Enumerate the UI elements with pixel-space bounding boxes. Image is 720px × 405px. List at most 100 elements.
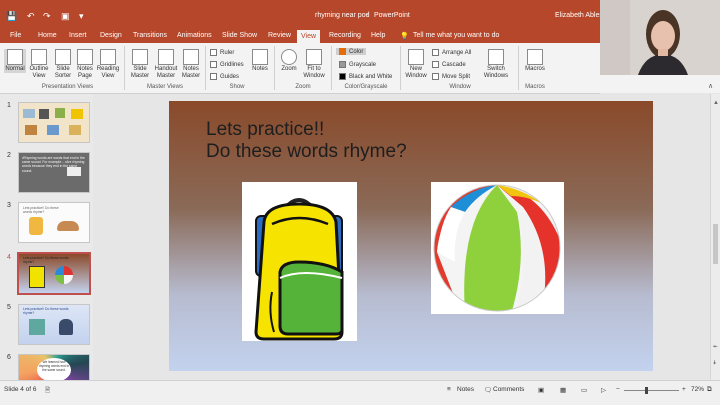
- cascade-label: Cascade: [442, 62, 466, 69]
- notes-button[interactable]: Notes: [249, 49, 271, 73]
- macros-button[interactable]: Macros: [522, 49, 548, 73]
- lightbulb-icon: 💡: [400, 33, 409, 40]
- grayscale-option[interactable]: Grayscale: [339, 61, 376, 68]
- slide-master-label: Slide Master: [130, 66, 150, 79]
- backpack-picture[interactable]: [242, 182, 357, 341]
- tab-recording[interactable]: Recording: [329, 32, 361, 39]
- slide-sorter-button[interactable]: Slide Sorter: [52, 49, 74, 80]
- slideshow-start-icon[interactable]: ▣: [61, 11, 70, 22]
- handout-master-label: Handout Master: [154, 66, 178, 79]
- tab-file[interactable]: File: [10, 32, 21, 39]
- slide-counter: Slide 4 of 6: [4, 386, 37, 393]
- ribbon-divider: [331, 46, 332, 90]
- beach-ball-picture[interactable]: [431, 182, 564, 314]
- redo-icon[interactable]: ↷: [43, 11, 51, 22]
- current-slide[interactable]: Lets practice!! Do these words rhyme?: [169, 101, 653, 371]
- slide-thumbnail-pane: 1 2 •Rhyming words are words that end in…: [0, 94, 93, 382]
- arrange-all-button[interactable]: Arrange All: [432, 49, 471, 56]
- slide-title[interactable]: Lets practice!! Do these words rhyme?: [206, 119, 407, 163]
- slide-thumbnail-1[interactable]: [18, 102, 90, 143]
- slide-thumbnail-6[interactable]: We learned how rhyming words end in the …: [18, 354, 90, 382]
- tab-review[interactable]: Review: [268, 32, 291, 39]
- user-name[interactable]: Elizabeth Ables: [555, 12, 603, 19]
- slide-3-text: Lets practice!! Do these words rhyme?: [23, 206, 59, 214]
- zoom-label: Zoom: [281, 66, 297, 72]
- fit-slide-icon[interactable]: ⧉: [707, 386, 712, 394]
- new-window-label: New Window: [405, 66, 427, 79]
- gridlines-checkbox-box: [210, 61, 217, 68]
- move-split-button[interactable]: Move Split: [432, 73, 470, 80]
- customize-toolbar-icon[interactable]: ▾: [79, 11, 84, 22]
- notes-toggle[interactable]: Notes: [457, 386, 474, 393]
- slide-5-image-right: [59, 319, 73, 335]
- vertical-scrollbar[interactable]: ▲ ⯬ ⯯: [710, 94, 720, 380]
- slide-thumbnail-3[interactable]: Lets practice!! Do these words rhyme?: [18, 202, 90, 243]
- zoom-out-icon[interactable]: −: [616, 386, 620, 393]
- notes-master-button[interactable]: Notes Master: [180, 49, 202, 80]
- slide-thumbnail-4[interactable]: Lets practice!! Do these words rhyme?: [17, 252, 91, 295]
- slide-thumbnail-5[interactable]: Lets practice!! Do these words rhyme?: [18, 304, 90, 345]
- zoom-slider-thumb[interactable]: [645, 387, 648, 394]
- group-master-views: Master Views: [147, 84, 183, 90]
- notes-page-button[interactable]: Notes Page: [75, 49, 95, 80]
- document-title: rhyming near pod: [315, 12, 370, 19]
- save-icon[interactable]: 💾: [6, 11, 17, 22]
- comments-icon: 🗨: [484, 387, 493, 394]
- slide-4-text: Lets practice!! Do these words rhyme?: [23, 256, 69, 264]
- slide-thumbnail-2[interactable]: •Rhyming words are words that end in the…: [18, 152, 90, 193]
- new-window-button[interactable]: New Window: [404, 49, 428, 80]
- zoom-level[interactable]: 72%: [691, 386, 704, 393]
- slide-number: 3: [7, 202, 11, 209]
- fit-to-window-button[interactable]: Fit to Window: [300, 49, 328, 80]
- normal-view-button[interactable]: Normal: [4, 49, 26, 73]
- reading-view-button[interactable]: Reading View: [95, 49, 121, 80]
- zoom-slider-track[interactable]: [624, 390, 679, 391]
- spellcheck-icon[interactable]: 🖹: [45, 386, 50, 397]
- outline-view-icon: [31, 49, 47, 65]
- guides-checkbox[interactable]: Guides: [210, 73, 239, 80]
- cascade-button[interactable]: Cascade: [432, 61, 466, 68]
- switch-windows-button[interactable]: Switch Windows: [480, 49, 512, 80]
- slideshow-status-icon[interactable]: ▷: [601, 386, 606, 394]
- normal-view-status-icon[interactable]: ▣: [538, 386, 544, 394]
- tab-design[interactable]: Design: [100, 32, 122, 39]
- switch-windows-icon: [488, 49, 504, 65]
- slide-1-pictures: [23, 108, 83, 135]
- zoom-in-icon[interactable]: +: [682, 386, 686, 393]
- next-slide-icon[interactable]: ⯯: [713, 360, 717, 367]
- tab-insert[interactable]: Insert: [69, 32, 87, 39]
- group-show: Show: [229, 84, 245, 90]
- ribbon-divider: [274, 46, 275, 90]
- undo-icon[interactable]: ↶: [27, 11, 35, 22]
- ruler-label: Ruler: [220, 50, 235, 57]
- tab-transitions[interactable]: Transitions: [133, 32, 167, 39]
- tab-help[interactable]: Help: [371, 32, 385, 39]
- collapse-ribbon-icon[interactable]: ∧: [708, 82, 713, 90]
- zoom-button[interactable]: Zoom: [278, 49, 300, 73]
- tab-view[interactable]: View: [297, 30, 321, 43]
- fit-to-window-label: Fit to Window: [303, 66, 325, 79]
- grayscale-label: Grayscale: [349, 62, 377, 69]
- previous-slide-icon[interactable]: ⯬: [713, 344, 718, 351]
- backpack-image: [254, 198, 344, 341]
- tab-animations[interactable]: Animations: [177, 32, 212, 39]
- tab-home[interactable]: Home: [38, 32, 57, 39]
- reading-view-status-icon[interactable]: ▭: [581, 386, 587, 394]
- tab-slide-show[interactable]: Slide Show: [222, 32, 257, 39]
- scrollbar-thumb[interactable]: [713, 224, 718, 264]
- handout-master-button[interactable]: Handout Master: [152, 49, 180, 80]
- notes-icon: [252, 49, 268, 65]
- black-white-option[interactable]: Black and White: [339, 73, 392, 80]
- scroll-up-icon[interactable]: ▲: [713, 100, 719, 106]
- tell-me-search[interactable]: Tell me what you want to do: [413, 32, 499, 39]
- comments-toggle[interactable]: Comments: [493, 386, 524, 393]
- slide-master-button[interactable]: Slide Master: [128, 49, 152, 80]
- beach-ball-image: [433, 184, 561, 312]
- handout-master-icon: [158, 49, 174, 65]
- gridlines-checkbox[interactable]: Gridlines: [210, 61, 244, 68]
- outline-view-button[interactable]: Outline View: [28, 49, 50, 80]
- group-presentation-views: Presentation Views: [41, 84, 94, 90]
- ruler-checkbox[interactable]: Ruler: [210, 49, 234, 56]
- color-option[interactable]: Color: [336, 48, 367, 56]
- slide-sorter-status-icon[interactable]: ▦: [560, 386, 566, 394]
